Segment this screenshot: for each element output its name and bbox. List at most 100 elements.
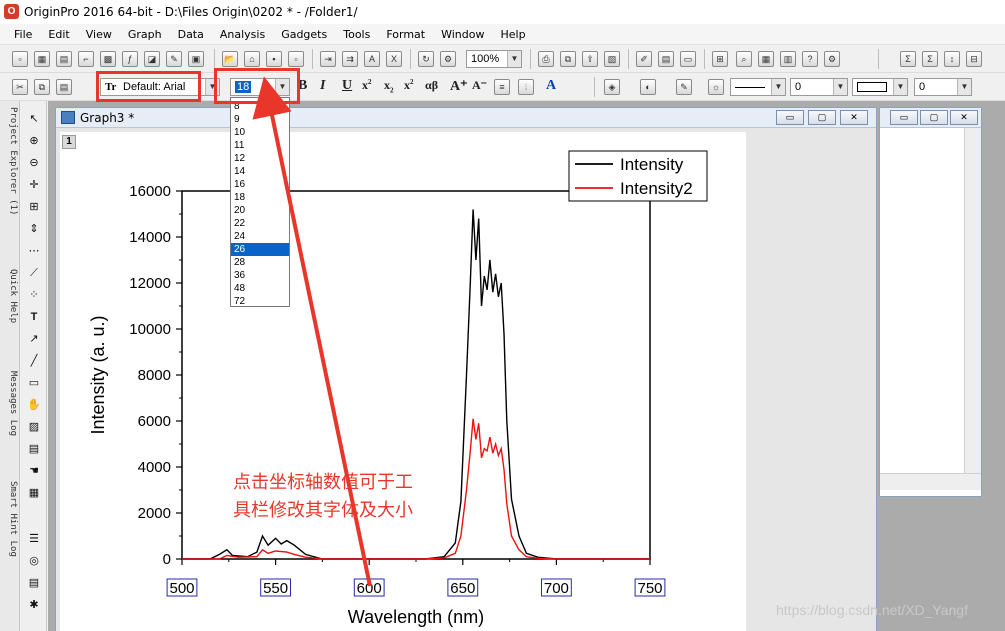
vertical-scrollbar[interactable] xyxy=(964,128,981,473)
project-explorer-icon[interactable]: ⊞ xyxy=(712,51,728,67)
zoom-out-icon[interactable]: ⊖ xyxy=(26,155,42,171)
import-ascii-icon[interactable]: A xyxy=(364,51,380,67)
print-icon[interactable]: ⎙ xyxy=(538,51,554,67)
italic-button[interactable]: I xyxy=(320,78,325,94)
new-project-icon[interactable]: ▫ xyxy=(12,51,28,67)
column-align-icon[interactable]: ⦙ xyxy=(518,79,534,95)
line-color-icon[interactable]: ✎ xyxy=(676,79,692,95)
minimize-button[interactable]: ▭ xyxy=(890,110,918,125)
copy-page-icon[interactable]: ⧉ xyxy=(560,51,576,67)
font-size-dropdown[interactable]: 8 9 10 11 12 14 16 18 20 22 24 26 28 36 48 72 xyxy=(230,97,290,307)
cut-icon[interactable]: ✂ xyxy=(12,79,28,95)
maximize-button[interactable]: ▢ xyxy=(920,110,948,125)
font-color-button[interactable]: A xyxy=(546,78,556,94)
font-size-option[interactable]: 11 xyxy=(231,139,289,152)
sort-icon[interactable]: ↕ xyxy=(944,51,960,67)
import-wizard-icon[interactable]: ⇉ xyxy=(342,51,358,67)
data-selector-icon[interactable]: ⇕ xyxy=(26,221,42,237)
tab-messages-log[interactable]: Messages Log xyxy=(2,371,18,461)
tab-project-explorer[interactable]: Project Explorer (1) xyxy=(2,107,18,247)
font-size-option[interactable]: 9 xyxy=(231,113,289,126)
new-graph-icon[interactable]: ⌐ xyxy=(78,51,94,67)
results-log-icon[interactable]: ▤ xyxy=(658,51,674,67)
new-matrix-icon[interactable]: ▩ xyxy=(100,51,116,67)
menu-window[interactable]: Window xyxy=(433,28,492,41)
superscript-button[interactable]: x2 xyxy=(362,78,372,93)
sum-icon[interactable]: Σ xyxy=(900,51,916,67)
font-size-option[interactable]: 14 xyxy=(231,165,289,178)
save-icon[interactable]: ▪ xyxy=(266,51,282,67)
screen-reader-icon[interactable]: ✛ xyxy=(26,177,42,193)
decrease-font-button[interactable]: A⁻ xyxy=(472,78,487,93)
new-function-icon[interactable]: ƒ xyxy=(122,51,138,67)
font-size-option[interactable]: 20 xyxy=(231,204,289,217)
scatter-icon[interactable]: ⁘ xyxy=(26,287,42,303)
fill-color-icon[interactable]: ◈ xyxy=(604,79,620,95)
circle-icon[interactable]: ◎ xyxy=(26,553,42,569)
font-size-option[interactable]: 28 xyxy=(231,256,289,269)
find-icon[interactable]: ⌕ xyxy=(736,51,752,67)
pan-icon[interactable]: ☚ xyxy=(26,463,42,479)
command-window-icon[interactable]: ▭ xyxy=(680,51,696,67)
abc-icon[interactable]: ▤ xyxy=(26,575,42,591)
code-builder-icon[interactable]: ✐ xyxy=(636,51,652,67)
open-template-icon[interactable]: ⌂ xyxy=(244,51,260,67)
font-size-option[interactable]: 36 xyxy=(231,269,289,282)
font-size-option[interactable]: 72 xyxy=(231,295,289,308)
hand-tool-icon[interactable]: ✋ xyxy=(26,397,42,413)
menu-edit[interactable]: Edit xyxy=(40,28,77,41)
menu-data[interactable]: Data xyxy=(170,28,212,41)
font-size-option[interactable]: 26 xyxy=(231,243,289,256)
horizontal-scrollbar[interactable] xyxy=(880,473,981,490)
font-size-option[interactable]: 10 xyxy=(231,126,289,139)
menu-file[interactable]: File xyxy=(6,28,40,41)
paste-icon[interactable]: ▤ xyxy=(56,79,72,95)
minimize-button[interactable]: ▭ xyxy=(776,110,804,125)
batch-icon[interactable]: ⚙ xyxy=(440,51,456,67)
supersubscript-button[interactable]: x2 xyxy=(404,78,414,93)
menu-analysis[interactable]: Analysis xyxy=(212,28,273,41)
layer-number[interactable]: 1 xyxy=(62,135,76,149)
formula-icon[interactable]: ? xyxy=(802,51,818,67)
zoom-in-icon[interactable]: ⊕ xyxy=(26,133,42,149)
font-size-option[interactable]: 24 xyxy=(231,230,289,243)
graph-region-icon[interactable]: ▤ xyxy=(26,441,42,457)
new-notes-icon[interactable]: ✎ xyxy=(166,51,182,67)
line-style-combo[interactable]: ▼ xyxy=(730,78,786,96)
maximize-button[interactable]: ▢ xyxy=(808,110,836,125)
asterisk-icon[interactable]: ✱ xyxy=(26,597,42,613)
pointer-icon[interactable]: ↖ xyxy=(26,111,42,127)
region-icon[interactable]: ▨ xyxy=(26,419,42,435)
open-icon[interactable]: 📂 xyxy=(222,51,238,67)
subscript-button[interactable]: x2 xyxy=(384,78,394,94)
import-icon[interactable]: ⇥ xyxy=(320,51,336,67)
font-size-option[interactable]: 22 xyxy=(231,217,289,230)
save-template-icon[interactable]: ▫ xyxy=(288,51,304,67)
new-workbook-icon[interactable]: ▦ xyxy=(34,51,50,67)
menu-help[interactable]: Help xyxy=(492,28,533,41)
close-button[interactable]: ✕ xyxy=(840,110,868,125)
increase-font-button[interactable]: A⁺ xyxy=(450,78,468,95)
font-size-option[interactable]: 48 xyxy=(231,282,289,295)
font-size-option[interactable]: 16 xyxy=(231,178,289,191)
column-icon[interactable]: ⊟ xyxy=(966,51,982,67)
font-size-option[interactable]: 18 xyxy=(231,191,289,204)
copy-icon[interactable]: ⧉ xyxy=(34,79,50,95)
greek-button[interactable]: αβ xyxy=(425,78,438,93)
tab-quick-help[interactable]: Quick Help xyxy=(2,269,18,349)
pattern-icon[interactable]: ◐ xyxy=(640,79,656,95)
recalculate-icon[interactable]: ↻ xyxy=(418,51,434,67)
arrow-tool-icon[interactable]: ↗ xyxy=(26,331,42,347)
calendar-icon[interactable]: ▥ xyxy=(780,51,796,67)
settings-icon[interactable]: ⚙ xyxy=(824,51,840,67)
menu-graph[interactable]: Graph xyxy=(120,28,170,41)
layer-icon[interactable]: ▦ xyxy=(26,485,42,501)
data-reader-icon[interactable]: ⊞ xyxy=(26,199,42,215)
border-style-combo[interactable]: ▼ xyxy=(852,78,908,96)
menu-view[interactable]: View xyxy=(78,28,120,41)
draw-data-icon[interactable]: ⟋ xyxy=(26,265,42,281)
new-excel-icon[interactable]: ▤ xyxy=(56,51,72,67)
line-tool-icon[interactable]: ╱ xyxy=(26,353,42,369)
align-icon[interactable]: ≡ xyxy=(494,79,510,95)
list-icon[interactable]: ☰ xyxy=(26,531,42,547)
